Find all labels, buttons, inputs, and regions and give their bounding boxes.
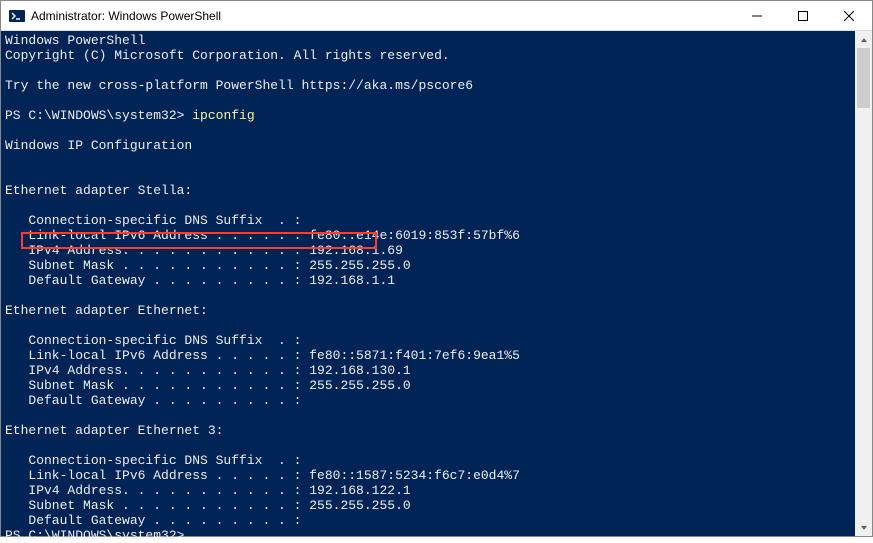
ipv4-line: IPv4 Address. . . . . . . . . . . : 192.… <box>5 243 403 258</box>
console-output[interactable]: Windows PowerShell Copyright (C) Microso… <box>1 31 855 536</box>
adapter-header: Ethernet adapter Stella: <box>5 183 192 198</box>
copyright-line: Copyright (C) Microsoft Corporation. All… <box>5 48 450 63</box>
ipv6-line: Link-local IPv6 Address . . . . . : fe80… <box>5 348 520 363</box>
ipv6-line: Link-local IPv6 Address . . . . . : fe80… <box>5 228 520 243</box>
adapter-header: Ethernet adapter Ethernet 3: <box>5 423 223 438</box>
gateway-line: Default Gateway . . . . . . . . . : <box>5 513 301 528</box>
dns-suffix-line: Connection-specific DNS Suffix . : <box>5 453 301 468</box>
prompt-line: PS C:\WINDOWS\system32> <box>5 528 184 543</box>
try-line: Try the new cross-platform PowerShell ht… <box>5 78 473 93</box>
ipv4-line: IPv4 Address. . . . . . . . . . . : 192.… <box>5 363 411 378</box>
window-title: Administrator: Windows PowerShell <box>31 9 734 23</box>
prompt-prefix: PS C:\WINDOWS\system32> <box>5 108 192 123</box>
ipconfig-header: Windows IP Configuration <box>5 138 192 153</box>
adapter-header: Ethernet adapter Ethernet: <box>5 303 208 318</box>
scroll-thumb[interactable] <box>857 48 870 108</box>
vertical-scrollbar[interactable] <box>855 31 872 536</box>
subnet-mask-line: Subnet Mask . . . . . . . . . . . : 255.… <box>5 258 411 273</box>
scroll-down-button[interactable] <box>855 519 872 536</box>
powershell-icon <box>9 8 25 24</box>
dns-suffix-line: Connection-specific DNS Suffix . : <box>5 333 301 348</box>
scroll-up-button[interactable] <box>855 31 872 48</box>
titlebar[interactable]: Administrator: Windows PowerShell <box>1 1 872 31</box>
gateway-line: Default Gateway . . . . . . . . . : <box>5 393 301 408</box>
ipv4-line: IPv4 Address. . . . . . . . . . . : 192.… <box>5 483 411 498</box>
ipv6-line: Link-local IPv6 Address . . . . . : fe80… <box>5 468 520 483</box>
maximize-button[interactable] <box>780 1 826 30</box>
dns-suffix-line: Connection-specific DNS Suffix . : <box>5 213 301 228</box>
minimize-button[interactable] <box>734 1 780 30</box>
banner-line: Windows PowerShell <box>5 33 145 48</box>
subnet-mask-line: Subnet Mask . . . . . . . . . . . : 255.… <box>5 378 411 393</box>
close-button[interactable] <box>826 1 872 30</box>
command-input: ipconfig <box>192 108 254 123</box>
scroll-track[interactable] <box>855 48 872 519</box>
subnet-mask-line: Subnet Mask . . . . . . . . . . . : 255.… <box>5 498 411 513</box>
window-controls <box>734 1 872 30</box>
console-area[interactable]: Windows PowerShell Copyright (C) Microso… <box>1 31 872 536</box>
gateway-line: Default Gateway . . . . . . . . . : 192.… <box>5 273 395 288</box>
